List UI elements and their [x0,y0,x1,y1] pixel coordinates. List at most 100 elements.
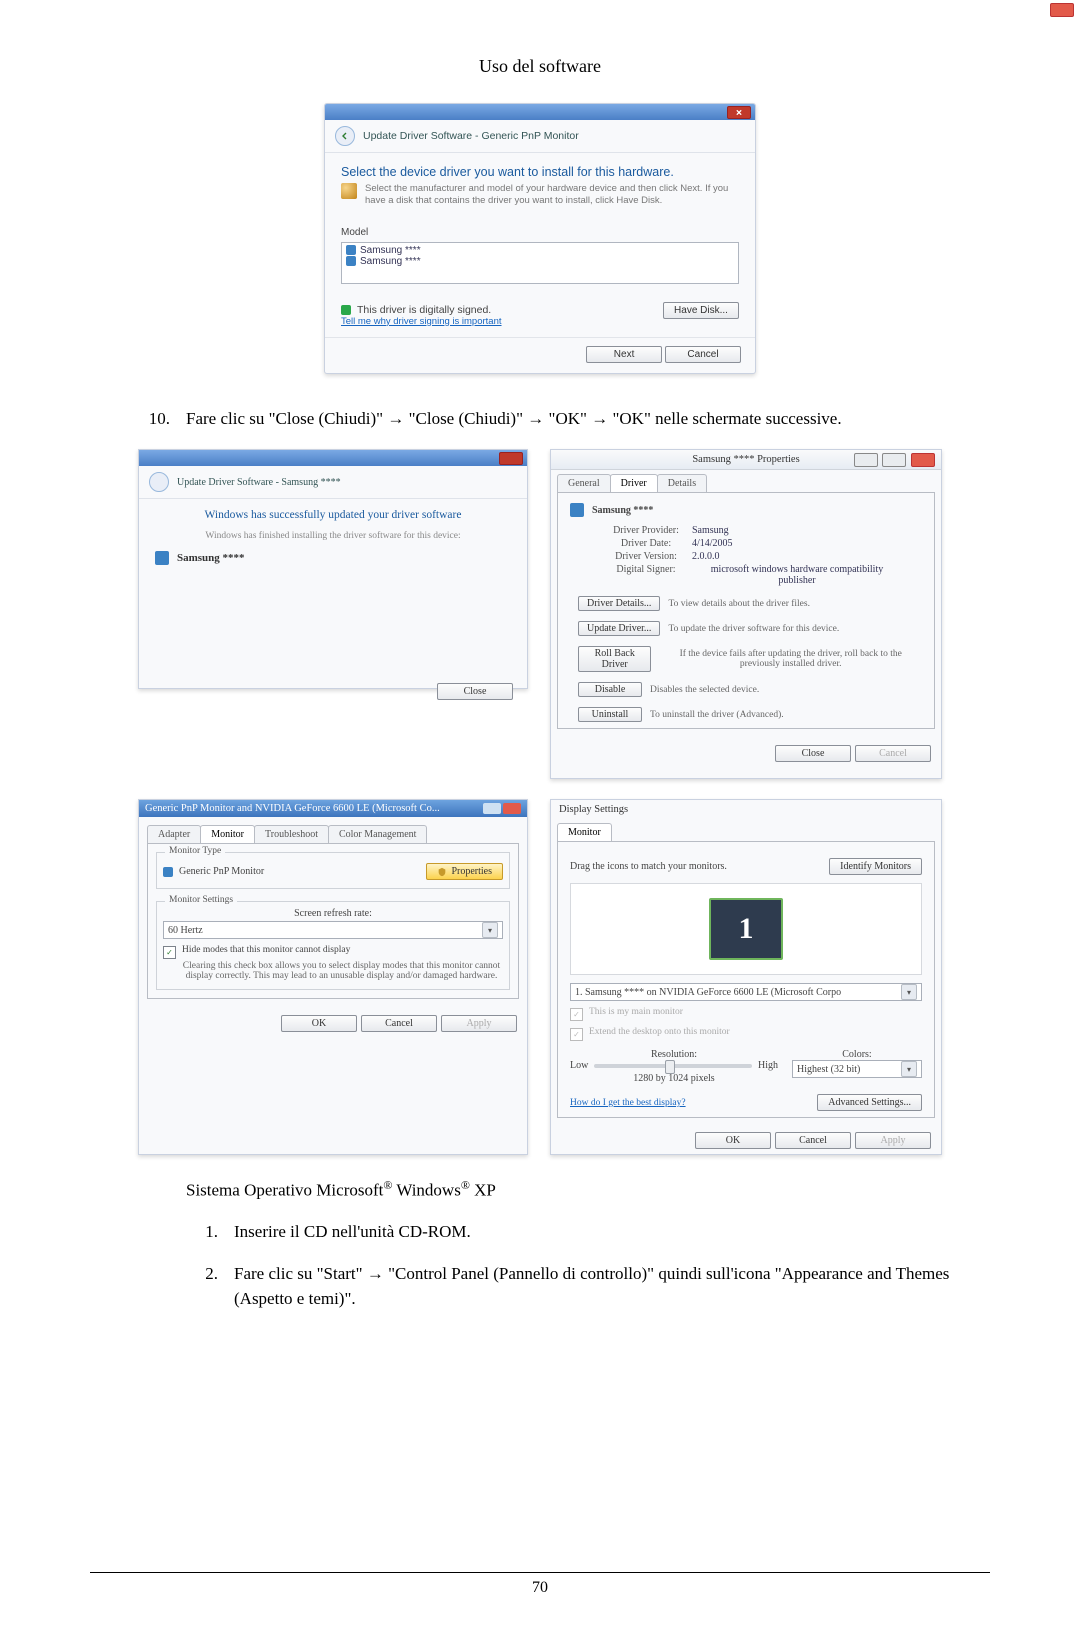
apply-button: Apply [441,1015,517,1032]
monitor-icon [570,503,584,517]
os-line: Sistema Operativo Microsoft® Windows® XP [186,1177,990,1203]
window-title: Generic PnP Monitor and NVIDIA GeForce 6… [145,803,440,814]
have-disk-button[interactable]: Have Disk... [663,302,739,319]
chevron-down-icon: ▾ [482,922,498,938]
tab-driver[interactable]: Driver [610,474,658,492]
minimize-icon[interactable] [483,803,501,814]
drag-hint: Drag the icons to match your monitors. [570,861,727,872]
best-display-link[interactable]: How do I get the best display? [570,1098,686,1108]
footer-rule [90,1572,990,1573]
success-subtitle: Windows has finished installing the driv… [155,531,511,541]
list-text: Inserire il CD nell'unità CD-ROM. [234,1220,990,1245]
signed-label: This driver is digitally signed. [357,304,491,316]
close-icon[interactable] [503,803,521,814]
minimize-icon[interactable] [854,453,878,467]
page-number: 70 [90,1579,990,1597]
list-number: 1. [168,1220,234,1245]
shield-icon [341,305,351,315]
tab-color-management[interactable]: Color Management [328,825,427,843]
colors-select[interactable]: Highest (32 bit) ▾ [792,1060,922,1078]
close-icon[interactable] [911,453,935,467]
hide-modes-checkbox[interactable]: ✓ Hide modes that this monitor cannot di… [163,945,503,959]
list-item: Samsung **** [346,245,734,256]
list-item: Samsung **** [346,256,734,267]
monitor-preview[interactable]: 1 [570,883,922,975]
window-controls [852,453,935,470]
running-head: Uso del software [90,56,990,77]
close-icon[interactable] [727,106,751,119]
maximize-icon[interactable] [882,453,906,467]
page-container: Uso del software Update Driver Software … [0,0,1080,1637]
model-label: Model [341,227,739,238]
back-icon[interactable] [335,126,355,146]
screenshot-update-success: Update Driver Software - Samsung **** Wi… [138,449,528,689]
breadcrumb: Update Driver Software - Generic PnP Mon… [325,120,755,153]
breadcrumb-text: Update Driver Software - Samsung **** [177,477,341,488]
resolution-slider[interactable]: Low High [570,1060,778,1071]
signing-link[interactable]: Tell me why driver signing is important [341,316,502,327]
update-driver-button[interactable]: Update Driver... [578,621,660,636]
tab-troubleshoot[interactable]: Troubleshoot [254,825,329,843]
refresh-rate-select[interactable]: 60 Hertz ▾ [163,921,503,939]
screenshot-driver-select: Update Driver Software - Generic PnP Mon… [324,103,756,374]
group-label: Monitor Type [165,846,225,856]
tab-monitor[interactable]: Monitor [200,825,255,843]
window-title-bar [325,104,755,120]
cancel-button: Cancel [855,745,931,762]
cancel-button[interactable]: Cancel [361,1015,437,1032]
advanced-settings-button[interactable]: Advanced Settings... [817,1094,922,1111]
screenshot-display-settings: Display Settings Monitor Drag the icons … [550,799,942,1155]
monitor-1-icon[interactable]: 1 [709,898,783,960]
tab-general[interactable]: General [557,474,611,492]
model-list[interactable]: Samsung **** Samsung **** [341,242,739,284]
main-monitor-checkbox: ✓ This is my main monitor [570,1007,922,1021]
extend-desktop-checkbox: ✓ Extend the desktop onto this monitor [570,1027,922,1041]
apply-button: Apply [855,1132,931,1149]
refresh-label: Screen refresh rate: [163,908,503,919]
chevron-down-icon: ▾ [901,984,917,1000]
colors-label: Colors: [792,1049,922,1060]
back-icon[interactable] [149,472,169,492]
chevron-down-icon: ▾ [901,1061,917,1077]
properties-button[interactable]: Properties [426,863,503,880]
monitor-icon [163,867,173,877]
tab-monitor[interactable]: Monitor [557,823,612,841]
display-select[interactable]: 1. Samsung **** on NVIDIA GeForce 6600 L… [570,983,922,1001]
window-title: Display Settings [559,804,628,815]
close-icon[interactable] [1050,3,1074,17]
cancel-button[interactable]: Cancel [775,1132,851,1149]
rollback-driver-button[interactable]: Roll Back Driver [578,646,651,672]
list-text: Fare clic su "Start" → "Control Panel (P… [234,1262,990,1311]
tab-adapter[interactable]: Adapter [147,825,201,843]
close-button[interactable]: Close [775,745,851,762]
cancel-button[interactable]: Cancel [665,346,741,363]
uninstall-button[interactable]: Uninstall [578,707,642,722]
group-label: Monitor Settings [165,895,237,905]
identify-monitors-button[interactable]: Identify Monitors [829,858,922,875]
disable-button[interactable]: Disable [578,682,642,697]
monitor-icon [155,551,169,565]
screenshot-monitor-settings: Generic PnP Monitor and NVIDIA GeForce 6… [138,799,528,1155]
close-button[interactable]: Close [437,683,513,700]
device-name: Samsung **** [177,552,245,564]
resolution-label: Resolution: [570,1049,778,1060]
drive-icon [341,183,357,199]
monitor-type-name: Generic PnP Monitor [179,866,264,877]
close-icon[interactable] [499,452,523,465]
dialog-title: Select the device driver you want to ins… [341,165,739,179]
tab-details[interactable]: Details [657,474,707,492]
monitor-icon [346,256,356,266]
success-title: Windows has successfully updated your dr… [155,509,511,521]
help-text: Select the manufacturer and model of you… [365,183,739,207]
window-title: Samsung **** Properties [692,454,799,465]
monitor-icon [346,245,356,255]
ok-button[interactable]: OK [695,1132,771,1149]
breadcrumb-text: Update Driver Software - Generic PnP Mon… [363,130,579,142]
driver-details-button[interactable]: Driver Details... [578,596,660,611]
resolution-value: 1280 by 1024 pixels [570,1073,778,1084]
screenshot-driver-properties: Samsung **** Properties General Driver D… [550,449,942,779]
next-button[interactable]: Next [586,346,662,363]
ok-button[interactable]: OK [281,1015,357,1032]
list-number: 10. [120,407,186,432]
shield-icon [437,867,447,877]
